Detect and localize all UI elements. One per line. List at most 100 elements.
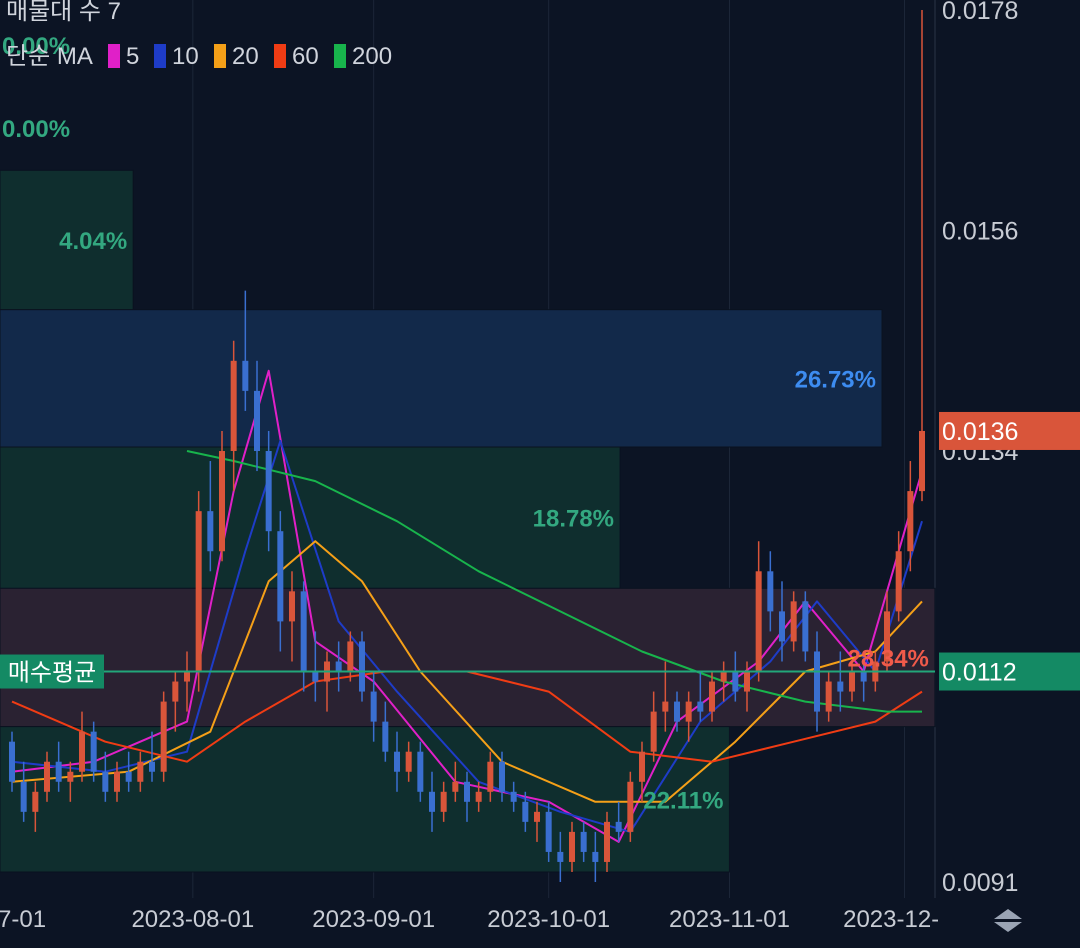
volume-profile-label: 22.11% — [643, 787, 723, 814]
volume-profile-label: 26.73% — [795, 366, 876, 393]
candle-body — [860, 671, 867, 682]
legend-swatch-ma5 — [108, 44, 120, 68]
volume-profile-bar — [0, 309, 883, 448]
candle-body — [429, 791, 435, 812]
price-chart[interactable]: 매수평균 0.00%0.00%4.04%26.73%18.78%28.34%22… — [0, 0, 1080, 943]
x-axis[interactable]: 7-01 2023-08-01 2023-09-01 2023-10-01 2023-1… — [0, 898, 1080, 943]
candle-body — [825, 681, 832, 712]
candle-body — [639, 751, 645, 782]
candle-body — [767, 571, 774, 612]
candle-body — [604, 821, 610, 862]
candle-body — [277, 531, 284, 622]
y-tick-label: 0.0156 — [942, 218, 1018, 246]
candle-body — [919, 430, 925, 492]
candle-body — [534, 811, 540, 822]
candle-body — [242, 360, 249, 391]
candle-body — [230, 360, 237, 452]
legend-swatch-ma20 — [214, 44, 226, 68]
candle-body — [674, 701, 680, 722]
candle-body — [685, 701, 692, 722]
x-tick-label: 2023-08-01 — [131, 906, 254, 933]
candle-body — [580, 831, 587, 852]
candle-body — [265, 451, 272, 532]
candle-body — [837, 681, 844, 692]
candle-body — [709, 681, 715, 712]
candle-body — [20, 781, 27, 812]
candle-body — [102, 771, 109, 792]
candle-body — [382, 721, 389, 752]
x-axis-right-cover — [938, 898, 1080, 943]
candle-body — [697, 701, 704, 712]
volume-profile-label: 28.34% — [848, 645, 929, 672]
x-tick-label: 2023-11-01 — [669, 906, 790, 933]
avg-price-label: 매수평균 — [8, 660, 96, 687]
candle-body — [394, 751, 400, 772]
chart-container[interactable]: 매수평균 0.00% 0.00% 4.04% 26.73% 18.78% 28.34% 22… — [0, 0, 1080, 943]
x-tick-label: 2023-10-01 — [487, 906, 610, 933]
candle-body — [172, 681, 179, 702]
candle-body — [137, 761, 144, 782]
candle-body — [312, 671, 319, 682]
candle-body — [592, 851, 599, 862]
volume-profile-bar — [0, 446, 621, 589]
candle-body — [464, 781, 470, 802]
legend-swatch-ma10 — [154, 44, 166, 68]
candle-body — [335, 661, 342, 672]
candle-body — [219, 451, 225, 552]
candle-body — [662, 701, 669, 712]
candle-body — [779, 611, 785, 642]
candle-body — [370, 691, 377, 722]
candle-body — [440, 791, 447, 812]
candle-body — [569, 831, 575, 862]
candle-body — [557, 851, 564, 862]
candle-body — [849, 671, 855, 692]
candle-body — [744, 671, 750, 692]
candle-body — [90, 731, 97, 772]
candle-body — [802, 601, 809, 652]
candle-body — [627, 781, 634, 832]
candle-body — [359, 641, 365, 692]
candle-body — [510, 791, 517, 802]
candle-body — [207, 511, 214, 552]
legend-swatch-ma60 — [274, 44, 286, 68]
candle-body — [125, 771, 132, 782]
y-tick-label: 0.0091 — [942, 869, 1018, 897]
legend-label-ma20: 20 — [232, 43, 259, 70]
volume-profile-label: 18.78% — [533, 506, 614, 533]
legend-ma-label: 단순 MA — [6, 43, 93, 70]
candle-body — [149, 761, 155, 772]
candle-body — [300, 591, 307, 672]
candle-body — [417, 751, 424, 792]
candle-body — [475, 791, 482, 802]
candle-body — [814, 651, 820, 712]
legend-swatch-ma200 — [334, 44, 346, 68]
candle-body — [32, 791, 39, 812]
x-tick-label: 2023-09-01 — [312, 906, 435, 933]
candle-body — [9, 741, 15, 782]
candle-body — [44, 761, 50, 792]
candle-body — [55, 761, 62, 782]
candle-body — [487, 761, 494, 792]
candle-body — [405, 751, 412, 772]
candle-body — [254, 390, 260, 452]
legend-label-ma10: 10 — [172, 43, 199, 70]
legend-label-ma5: 5 — [126, 43, 139, 70]
candle-body — [452, 781, 459, 792]
volume-profile-label: 4.04% — [59, 228, 127, 255]
candle-body — [160, 701, 167, 772]
candle-body — [79, 731, 85, 772]
candle-body — [522, 801, 529, 822]
legend-label-ma200: 200 — [352, 43, 392, 70]
candle-body — [289, 591, 295, 622]
candle-body — [895, 551, 902, 612]
legend-label-ma60: 60 — [292, 43, 319, 70]
candle-body — [545, 811, 552, 852]
candle-body — [755, 571, 762, 672]
current-price-value: 0.0136 — [942, 418, 1018, 446]
candle-body — [114, 771, 120, 792]
y-tick-label: 0.0178 — [942, 0, 1018, 25]
volume-profile-label: 0.00% — [2, 116, 70, 143]
candle-body — [499, 761, 505, 792]
candle-body — [720, 671, 727, 682]
candle-body — [615, 821, 622, 832]
